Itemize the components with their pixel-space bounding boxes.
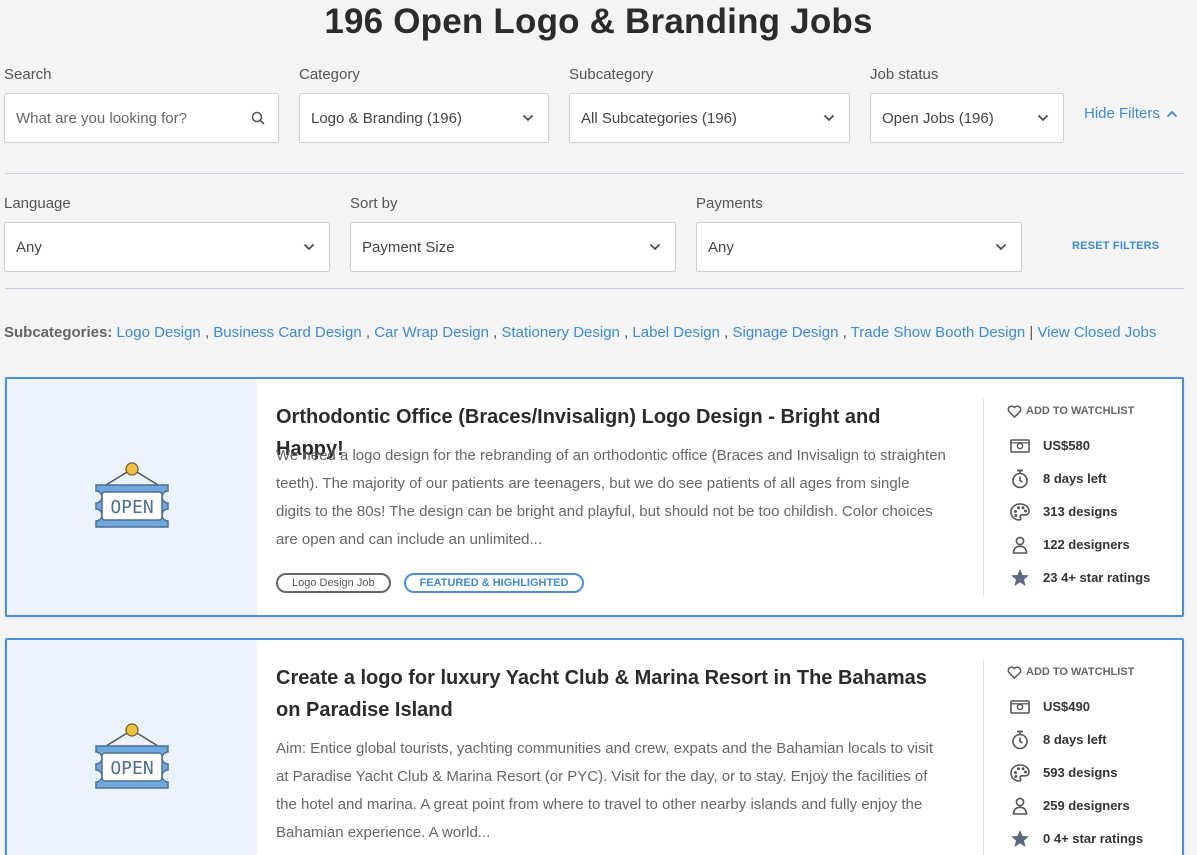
job-stats: ADD TO WATCHLIST US$490 8 days left 593 … [1005,664,1143,855]
user-icon [1009,795,1031,817]
designs-value: 313 designs [1043,504,1118,519]
designers-stat: 259 designers [1009,789,1143,822]
sort-by-select[interactable]: Payment Size [350,222,676,272]
designers-value: 259 designers [1043,798,1130,813]
chevron-down-icon [647,239,663,255]
sort-by-value: Payment Size [362,238,455,256]
time-left-value: 8 days left [1043,471,1107,486]
designs-stat: 593 designs [1009,756,1143,789]
designs-value: 593 designs [1043,765,1118,780]
subcategory-select[interactable]: All Subcategories (196) [569,93,850,143]
subcategory-label: Subcategory [569,66,654,83]
subcategory-link-business-card-design[interactable]: Business Card Design [213,324,361,341]
job-status-select[interactable]: Open Jobs (196) [870,93,1064,143]
category-value: Logo & Branding (196) [311,109,462,127]
divider [5,288,1184,289]
open-sign-icon: OPEN [95,723,169,789]
money-icon [1009,435,1031,457]
subcategory-links: Subcategories: Logo Design , Business Ca… [4,324,1157,341]
time-left-stat: 8 days left [1009,462,1150,495]
open-sign-icon: OPEN [95,462,169,528]
add-to-watchlist-button[interactable]: ADD TO WATCHLIST [1007,403,1150,419]
card-divider [983,399,984,596]
chevron-down-icon [301,239,317,255]
job-card[interactable]: OPEN Create a logo for luxury Yacht Club… [5,638,1184,855]
language-label: Language [4,195,71,212]
search-icon[interactable] [250,110,266,126]
time-left-value: 8 days left [1043,732,1107,747]
category-label: Category [299,66,360,83]
language-select[interactable]: Any [4,222,330,272]
search-placeholder: What are you looking for? [16,109,187,127]
job-description: Aim: Entice global tourists, yachting co… [276,740,933,841]
reset-filters-button[interactable]: RESET FILTERS [1072,240,1159,252]
payments-value: Any [708,238,734,256]
sign-text: OPEN [110,758,153,779]
job-stats: ADD TO WATCHLIST US$580 8 days left 313 … [1005,403,1150,594]
sign-text: OPEN [110,497,153,518]
heart-icon [1007,404,1022,418]
subcategories-label: Subcategories: [4,324,113,341]
prize-stat: US$580 [1009,429,1150,462]
subcategory-link-logo-design[interactable]: Logo Design [117,324,201,341]
job-tag[interactable]: Logo Design Job [276,573,391,593]
subcategory-link-trade-show-booth-design[interactable]: Trade Show Booth Design [851,324,1026,341]
ratings-stat: 0 4+ star ratings [1009,822,1143,855]
palette-icon [1009,501,1031,523]
category-select[interactable]: Logo & Branding (196) [299,93,549,143]
chevron-up-icon [1166,110,1177,117]
add-to-watchlist-button[interactable]: ADD TO WATCHLIST [1007,664,1143,680]
job-description: We need a logo design for the rebranding… [276,447,946,548]
search-input[interactable]: What are you looking for? [4,93,279,143]
ratings-value: 23 4+ star ratings [1043,570,1151,585]
language-value: Any [16,238,42,256]
payments-select[interactable]: Any [696,222,1022,272]
card-divider [983,660,984,855]
money-icon [1009,696,1031,718]
ratings-stat: 23 4+ star ratings [1009,561,1150,594]
user-icon [1009,534,1031,556]
prize-stat: US$490 [1009,690,1143,723]
job-status-value: Open Jobs (196) [882,109,994,127]
job-thumbnail[interactable]: OPEN [7,379,257,615]
ratings-value: 0 4+ star ratings [1043,831,1144,846]
time-left-stat: 8 days left [1009,723,1143,756]
search-label: Search [4,66,52,83]
watchlist-label: ADD TO WATCHLIST [1026,666,1135,678]
hide-filters-label: Hide Filters [1084,105,1160,122]
hide-filters-link[interactable]: Hide Filters [1084,105,1178,122]
star-icon [1009,828,1031,850]
subcategory-link-signage-design[interactable]: Signage Design [733,324,839,341]
subcategory-value: All Subcategories (196) [581,109,737,127]
divider [5,173,1184,174]
sort-by-label: Sort by [350,195,398,212]
star-icon [1009,567,1031,589]
heart-icon [1007,665,1022,679]
page-title: 196 Open Logo & Branding Jobs [324,2,873,41]
designs-stat: 313 designs [1009,495,1150,528]
designers-value: 122 designers [1043,537,1130,552]
prize-value: US$490 [1043,699,1090,714]
chevron-down-icon [1035,110,1051,126]
featured-badge: FEATURED & HIGHLIGHTED [403,573,585,593]
job-title[interactable]: Create a logo for luxury Yacht Club & Ma… [276,662,936,726]
chevron-down-icon [821,110,837,126]
watchlist-label: ADD TO WATCHLIST [1026,405,1135,417]
subcategory-link-label-design[interactable]: Label Design [632,324,720,341]
prize-value: US$580 [1043,438,1090,453]
subcategory-link-stationery-design[interactable]: Stationery Design [502,324,620,341]
job-thumbnail[interactable]: OPEN [7,640,257,855]
designers-stat: 122 designers [1009,528,1150,561]
job-card[interactable]: OPEN Orthodontic Office (Braces/Invisali… [5,377,1184,617]
job-status-label: Job status [870,66,939,83]
subcategory-link-car-wrap-design[interactable]: Car Wrap Design [374,324,489,341]
view-closed-jobs-link[interactable]: View Closed Jobs [1037,324,1156,341]
chevron-down-icon [520,110,536,126]
payments-label: Payments [696,195,763,212]
chevron-down-icon [993,239,1009,255]
stopwatch-icon [1009,729,1031,751]
stopwatch-icon [1009,468,1031,490]
palette-icon [1009,762,1031,784]
